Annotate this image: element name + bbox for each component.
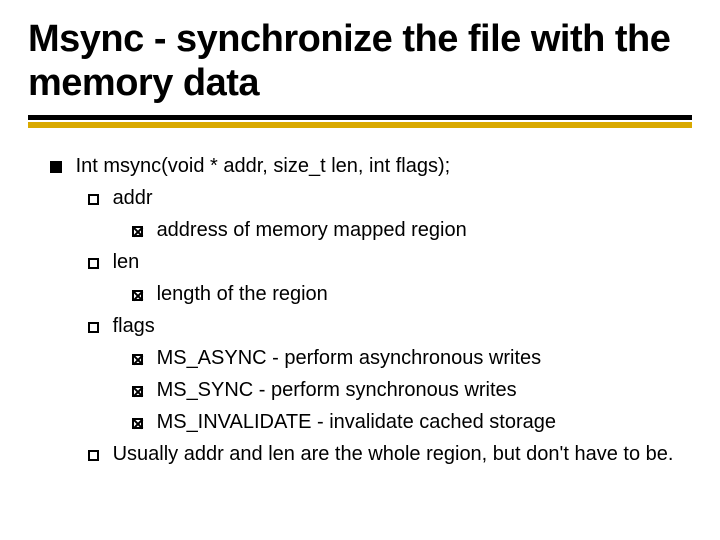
list-item: Usually addr and len are the whole regio… bbox=[28, 438, 692, 470]
square-bullet-icon bbox=[50, 161, 62, 173]
list-item: length of the region bbox=[28, 278, 692, 310]
list-item: addr bbox=[28, 182, 692, 214]
list-item: MS_SYNC - perform synchronous writes bbox=[28, 374, 692, 406]
bullet-list: Int msync(void * addr, size_t len, int f… bbox=[28, 150, 692, 470]
item-text: Usually addr and len are the whole regio… bbox=[113, 443, 674, 465]
crossed-square-bullet-icon bbox=[132, 418, 143, 429]
list-item: MS_INVALIDATE - invalidate cached storag… bbox=[28, 406, 692, 438]
crossed-square-bullet-icon bbox=[132, 386, 143, 397]
slide: Msync - synchronize the file with the me… bbox=[0, 0, 720, 540]
hollow-square-bullet-icon bbox=[88, 258, 99, 269]
crossed-square-bullet-icon bbox=[132, 226, 143, 237]
item-text: MS_INVALIDATE - invalidate cached storag… bbox=[157, 411, 556, 433]
hollow-square-bullet-icon bbox=[88, 450, 99, 461]
list-item: MS_ASYNC - perform asynchronous writes bbox=[28, 342, 692, 374]
item-text: addr bbox=[113, 187, 153, 209]
hollow-square-bullet-icon bbox=[88, 194, 99, 205]
item-text: length of the region bbox=[157, 283, 328, 305]
crossed-square-bullet-icon bbox=[132, 290, 143, 301]
item-text: len bbox=[113, 251, 140, 273]
list-item: address of memory mapped region bbox=[28, 214, 692, 246]
item-text: MS_ASYNC - perform asynchronous writes bbox=[157, 347, 542, 369]
list-item: len bbox=[28, 246, 692, 278]
hollow-square-bullet-icon bbox=[88, 322, 99, 333]
item-text: Int msync(void * addr, size_t len, int f… bbox=[76, 155, 451, 177]
item-text: MS_SYNC - perform synchronous writes bbox=[157, 379, 517, 401]
title-underline bbox=[28, 122, 692, 128]
list-item: Int msync(void * addr, size_t len, int f… bbox=[28, 150, 692, 182]
item-text: address of memory mapped region bbox=[157, 219, 467, 241]
crossed-square-bullet-icon bbox=[132, 354, 143, 365]
list-item: flags bbox=[28, 310, 692, 342]
slide-title: Msync - synchronize the file with the me… bbox=[28, 18, 692, 120]
item-text: flags bbox=[113, 315, 155, 337]
